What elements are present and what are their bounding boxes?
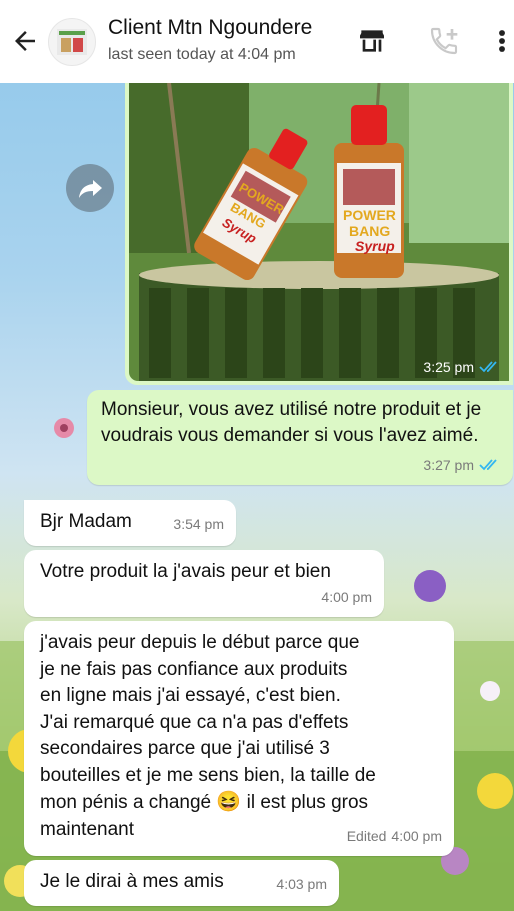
forward-button[interactable]	[66, 164, 114, 212]
message-bubble-incoming[interactable]: j'avais peur depuis le début parce que j…	[24, 621, 454, 856]
wallpaper-flower-pink	[54, 418, 74, 438]
message-text: Votre produit la j'avais peur et bien	[40, 561, 331, 582]
message-text: Monsieur, vous avez utilisé notre produi…	[101, 399, 482, 446]
bottle-label-syrup-2: Syrup	[355, 238, 395, 254]
last-seen-status: last seen today at 4:04 pm	[108, 46, 296, 63]
edited-label: Edited	[346, 827, 387, 844]
message-line: je ne fais pas confiance aux produits	[40, 658, 348, 680]
message-time: 4:00 pm	[321, 589, 372, 605]
message-line: bouteilles et je me sens bien, la taille…	[40, 764, 376, 786]
message-meta: 4:00 pm	[321, 584, 372, 610]
add-call-icon[interactable]	[428, 25, 460, 57]
avatar[interactable]	[48, 18, 96, 66]
image-message[interactable]: POWER BANG Syrup POWER BANG Syrup 3:25 p…	[125, 83, 513, 385]
message-meta: 4:03 pm	[276, 871, 327, 897]
read-ticks-icon	[479, 361, 497, 373]
store-icon[interactable]	[356, 25, 388, 57]
laughing-emoji-icon: 😆	[216, 791, 242, 813]
message-line: en ligne mais j'ai essayé, c'est bien.	[40, 685, 341, 706]
message-time: 3:54 pm	[173, 516, 224, 532]
bottle-label-bang-2: BANG	[349, 223, 391, 239]
message-time: 4:00 pm	[391, 827, 442, 844]
message-text: il est plus gros	[246, 792, 369, 813]
contact-name[interactable]: Client Mtn Ngoundere	[108, 16, 312, 40]
chat-header: Client Mtn Ngoundere last seen today at …	[0, 0, 514, 83]
message-time: 4:03 pm	[276, 876, 327, 892]
message-text: mon pénis a changé	[40, 792, 212, 813]
image-time: 3:25 pm	[423, 359, 501, 375]
message-bubble-incoming[interactable]: Bjr Madam 3:54 pm	[24, 500, 236, 546]
message-bubble-outgoing[interactable]: Monsieur, vous avez utilisé notre produi…	[87, 390, 513, 485]
message-meta: Edited 4:00 pm	[347, 823, 442, 850]
product-photo[interactable]: POWER BANG Syrup POWER BANG Syrup 3:25 p…	[129, 83, 509, 381]
forward-icon	[79, 180, 102, 198]
message-bubble-incoming[interactable]: Je le dirai à mes amis 4:03 pm	[24, 860, 339, 906]
read-ticks-icon	[479, 459, 497, 471]
bottle-label-power-2: POWER	[343, 207, 396, 223]
message-line: J'ai remarqué que ca n'a pas d'effets	[40, 711, 349, 733]
message-line-emoji: mon pénis a changé 😆 il est plus gros	[40, 789, 438, 817]
message-line: secondaires parce que j'ai utilisé 3	[40, 738, 330, 759]
message-time: 3:25 pm	[423, 359, 474, 375]
message-meta: 3:54 pm	[173, 511, 224, 537]
back-arrow-icon[interactable]	[10, 26, 40, 56]
message-line: j'avais peur depuis le début parce que	[40, 632, 360, 653]
message-bubble-incoming[interactable]: Votre produit la j'avais peur et bien 4:…	[24, 550, 384, 617]
message-time: 3:27 pm	[423, 457, 474, 473]
message-meta: 3:27 pm	[423, 452, 501, 478]
more-vert-icon[interactable]	[492, 25, 512, 57]
